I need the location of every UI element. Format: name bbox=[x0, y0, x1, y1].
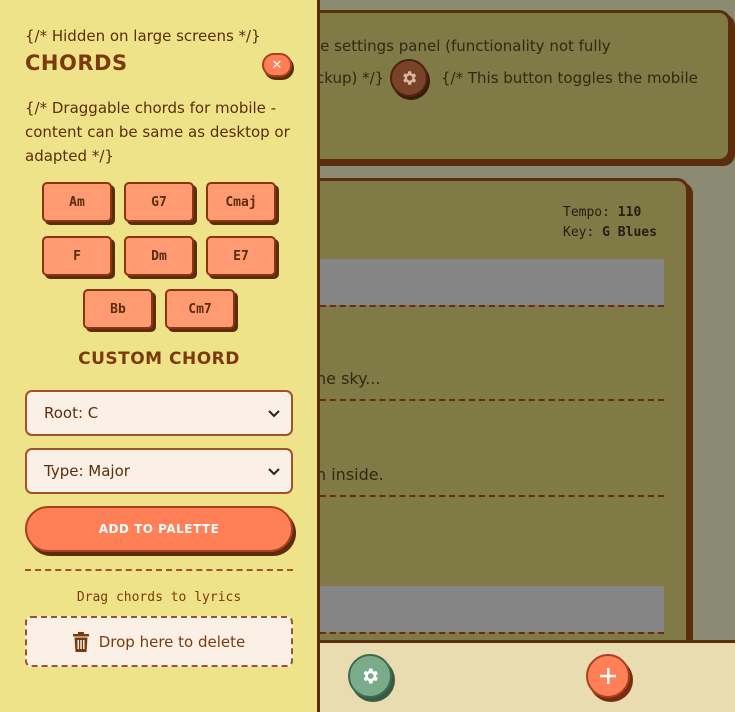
settings-comment-line3: {/* This button toggles the mobile bbox=[441, 69, 698, 87]
tempo-readout: Tempo: 110 bbox=[563, 205, 642, 220]
type-select-value: Type: Major bbox=[44, 462, 130, 480]
settings-button[interactable] bbox=[348, 654, 392, 698]
lyric-line-1[interactable]: he sky... bbox=[316, 369, 381, 388]
chord-line-2[interactable] bbox=[300, 586, 664, 632]
plus-icon bbox=[600, 668, 616, 684]
key-readout: Key: G Blues bbox=[563, 225, 657, 240]
lyric-divider bbox=[300, 399, 664, 401]
chevron-down-icon bbox=[268, 410, 280, 418]
drop-zone-label: Drop here to delete bbox=[98, 632, 246, 651]
lyric-divider bbox=[300, 495, 664, 497]
settings-comment-line1: le settings panel (functionality not ful… bbox=[316, 37, 611, 55]
drawer-comment-mid: {/* Draggable chords for mobile - conten… bbox=[25, 99, 290, 165]
chord-chip[interactable]: E7 bbox=[206, 236, 276, 276]
chord-chip[interactable]: Am bbox=[42, 182, 112, 222]
mobile-settings-toggle-button[interactable] bbox=[390, 59, 428, 97]
chord-line-1[interactable] bbox=[300, 259, 664, 305]
drawer-title: CHORDS bbox=[25, 51, 128, 75]
delete-drop-zone[interactable]: Drop here to delete bbox=[25, 616, 293, 667]
drawer-comment-top: {/* Hidden on large screens */} bbox=[25, 27, 261, 45]
chords-drawer: {/* Hidden on large screens */} CHORDS ✕… bbox=[0, 0, 320, 712]
trash-icon bbox=[72, 631, 89, 652]
chord-chip[interactable]: Dm bbox=[124, 236, 194, 276]
lyric-divider bbox=[300, 305, 664, 307]
type-select[interactable]: Type: Major bbox=[25, 448, 293, 494]
lyric-divider bbox=[300, 632, 664, 634]
close-icon: ✕ bbox=[271, 57, 283, 73]
add-button[interactable] bbox=[586, 654, 630, 698]
close-drawer-button[interactable]: ✕ bbox=[262, 53, 292, 77]
lyric-line-2[interactable]: n inside. bbox=[316, 465, 384, 484]
root-select-value: Root: C bbox=[44, 404, 99, 422]
gear-icon bbox=[363, 668, 378, 684]
chord-chip[interactable]: Cm7 bbox=[165, 289, 235, 329]
chord-chip[interactable]: F bbox=[42, 236, 112, 276]
drawer-divider bbox=[25, 569, 293, 571]
chord-chip[interactable]: G7 bbox=[124, 182, 194, 222]
chord-chip[interactable]: Bb bbox=[83, 289, 153, 329]
settings-comment-line2: ckup) */} bbox=[316, 69, 385, 87]
add-to-palette-button[interactable]: ADD TO PALETTE bbox=[25, 506, 293, 552]
chevron-down-icon bbox=[268, 468, 280, 476]
chord-chip[interactable]: Cmaj bbox=[206, 182, 276, 222]
custom-chord-heading: CUSTOM CHORD bbox=[78, 349, 240, 369]
gear-icon bbox=[403, 71, 417, 85]
drag-hint: Drag chords to lyrics bbox=[76, 590, 242, 605]
root-select[interactable]: Root: C bbox=[25, 390, 293, 436]
